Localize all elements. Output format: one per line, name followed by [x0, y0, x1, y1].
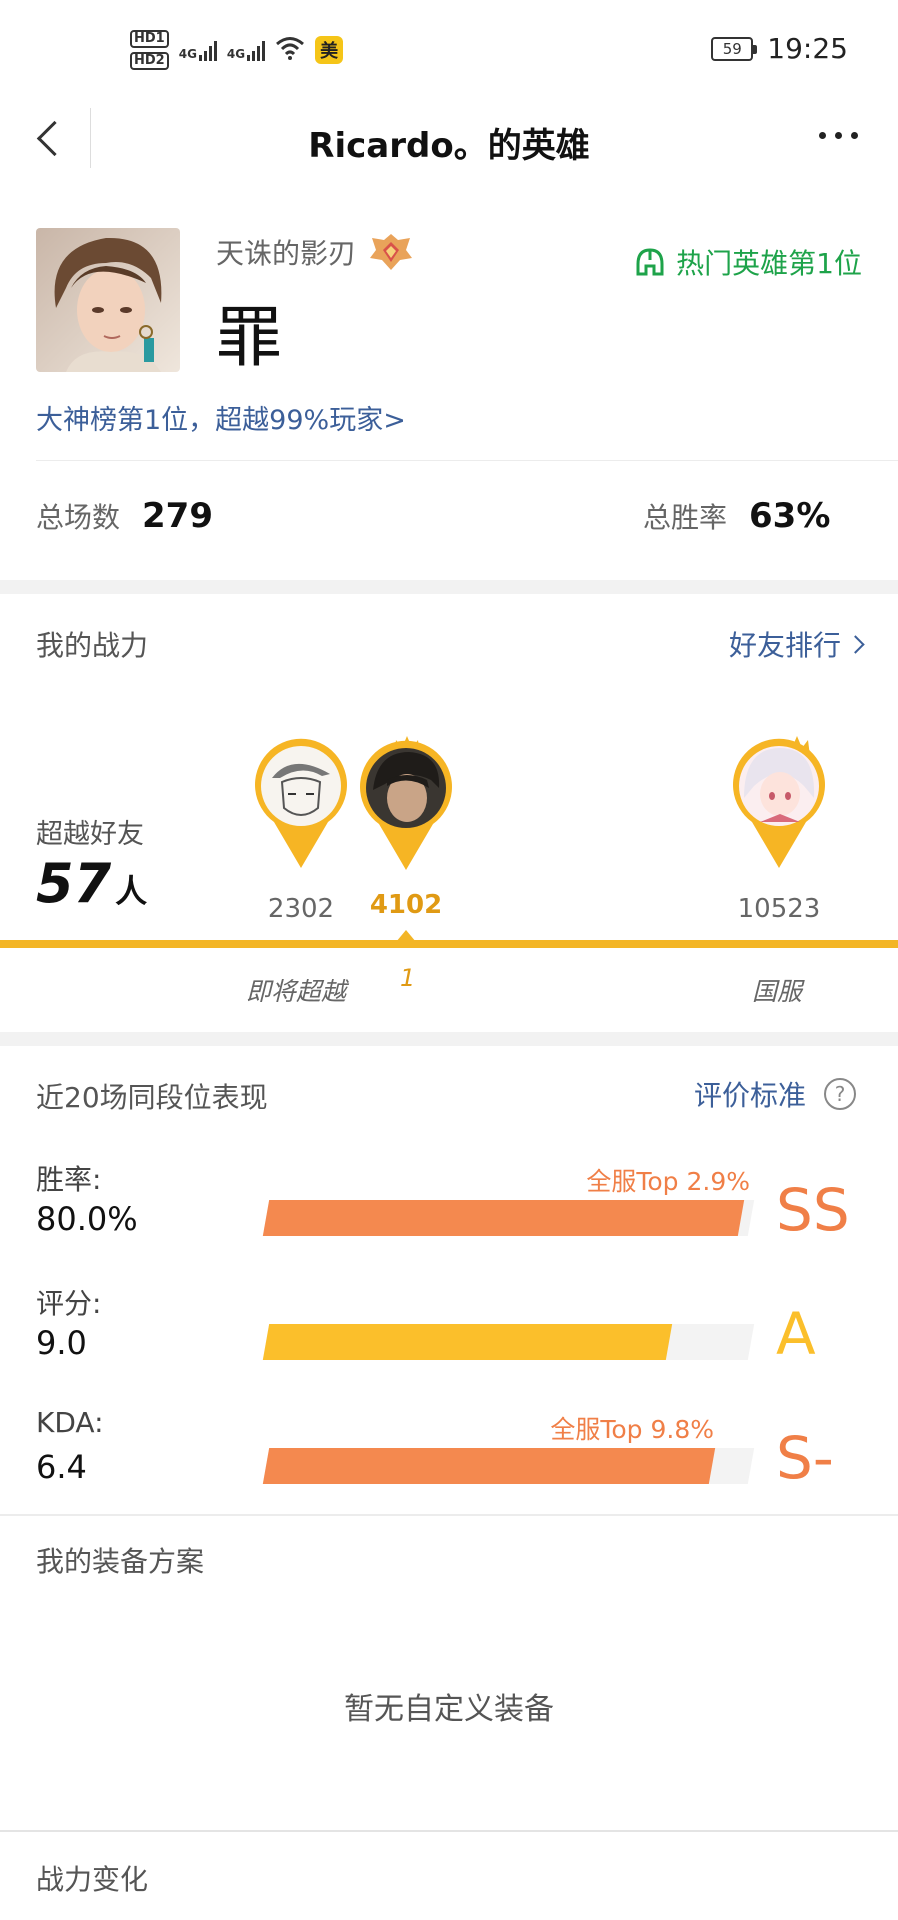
win-rate-label: 胜率: — [36, 1163, 102, 1196]
friends-ranking-link[interactable]: 好友排行 — [729, 624, 865, 664]
win-rate-value: 80.0% — [36, 1200, 138, 1238]
my-rank-number: 1 — [400, 964, 416, 992]
hero-avatar — [36, 228, 180, 372]
surpass-friends-count: 57 人 — [36, 852, 148, 915]
chevron-right-icon — [846, 634, 865, 654]
help-icon: ? — [824, 1078, 856, 1110]
score-grade: A — [776, 1300, 816, 1368]
no-equipment-message: 暂无自定义装备 — [344, 1692, 554, 1727]
kda-label: KDA: — [36, 1406, 104, 1439]
my-avatar-pin[interactable] — [357, 740, 455, 872]
wifi-icon — [275, 36, 305, 65]
hero-name: 罪 — [216, 299, 282, 376]
about-to-surpass-label: 即将超越 — [246, 977, 347, 1006]
total-games-stat: 总场数 279 — [36, 496, 213, 536]
my-position-marker — [396, 930, 416, 942]
kda-note: 全服Top 9.8% — [550, 1415, 714, 1444]
hd1-icon: HD1 — [130, 30, 169, 48]
power-section-title: 我的战力 — [36, 629, 149, 662]
national-top-avatar-pin[interactable] — [730, 738, 828, 870]
section-gap — [0, 1032, 898, 1046]
hot-hero-tag: 热门英雄第1位 — [634, 242, 862, 282]
power-change-section-title: 战力变化 — [36, 1863, 149, 1896]
performance-section-title: 近20场同段位表现 — [36, 1081, 268, 1114]
win-rate-grade: SS — [776, 1176, 850, 1244]
leaderboard-link[interactable]: 大神榜第1位，超越99%玩家> — [36, 398, 406, 437]
win-rate-bar — [262, 1200, 755, 1236]
friend-avatar-pin[interactable] — [252, 738, 350, 870]
power-track — [0, 940, 898, 948]
clock: 19:25 — [767, 32, 848, 65]
divider — [0, 1514, 898, 1516]
divider — [0, 1830, 898, 1832]
score-bar — [262, 1324, 755, 1360]
win-rate-stat: 总胜率 63% — [643, 496, 831, 536]
signal-1-icon: 4G — [179, 39, 217, 61]
hero-subtitle: 天诛的影刃 — [216, 232, 414, 272]
helmet-icon — [636, 248, 664, 276]
equipment-section-title: 我的装备方案 — [36, 1545, 205, 1578]
kda-grade: S- — [776, 1424, 834, 1492]
divider — [36, 460, 898, 461]
nav-bar: Ricardo。的英雄 — [0, 104, 898, 174]
surpass-friends-label: 超越好友 — [36, 819, 144, 850]
score-label: 评分: — [36, 1287, 102, 1320]
score-bar-fill — [262, 1324, 672, 1360]
win-rate-bar-fill — [262, 1200, 745, 1236]
more-options-icon[interactable] — [819, 132, 858, 139]
signal-2-icon: 4G — [227, 39, 266, 61]
battery-icon: 59 — [711, 36, 758, 61]
status-icons: HD1 HD2 4G 4G 美 — [130, 30, 344, 70]
hd2-icon: HD2 — [130, 52, 169, 70]
meituan-app-icon: 美 — [315, 36, 344, 64]
win-rate-note: 全服Top 2.9% — [586, 1167, 750, 1196]
rank-badge-icon — [370, 234, 413, 270]
kda-bar — [262, 1448, 755, 1484]
criteria-link[interactable]: 评价标准 ? — [694, 1074, 856, 1114]
kda-bar-fill — [262, 1448, 716, 1484]
section-gap — [0, 580, 898, 594]
kda-value: 6.4 — [36, 1448, 87, 1486]
score-value: 9.0 — [36, 1324, 87, 1362]
status-bar: HD1 HD2 4G 4G 美 59 19:25 — [0, 0, 898, 104]
my-score: 4102 — [369, 890, 443, 920]
national-server-label: 国服 — [752, 977, 803, 1006]
page-title: Ricardo。的英雄 — [308, 126, 590, 166]
national-score: 10523 — [737, 894, 821, 924]
